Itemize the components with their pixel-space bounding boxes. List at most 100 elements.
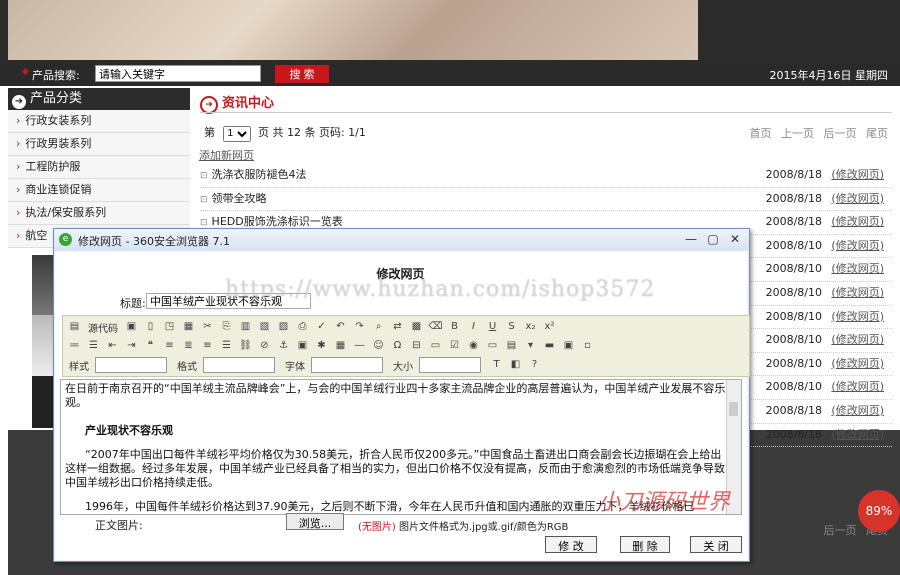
category-item[interactable]: › 商业连锁促销 bbox=[8, 179, 190, 202]
radio-icon[interactable]: ◉ bbox=[466, 339, 481, 353]
edit-link[interactable]: (修改网页) bbox=[831, 329, 884, 351]
indent-icon[interactable]: ⇥ bbox=[124, 339, 139, 353]
align-center-icon[interactable]: ≣ bbox=[181, 339, 196, 353]
edit-link[interactable]: (修改网页) bbox=[831, 188, 884, 210]
edit-link[interactable]: (修改网页) bbox=[831, 211, 884, 233]
cut-icon[interactable]: ✂ bbox=[200, 320, 215, 334]
search-button[interactable]: 搜 索 bbox=[275, 65, 329, 83]
add-page-link[interactable]: 添加新网页 bbox=[199, 147, 254, 163]
edit-link[interactable]: (修改网页) bbox=[831, 282, 884, 304]
edit-link[interactable]: (修改网页) bbox=[831, 424, 884, 446]
textfield-icon[interactable]: ▭ bbox=[485, 339, 500, 353]
list-item: ⊡ 洗涤衣服防褪色4法 2008/8/18 (修改网页) bbox=[200, 164, 892, 188]
item-title[interactable]: HEDD服饰洗涤标识一览表 bbox=[212, 215, 343, 228]
style-label: 样式 bbox=[69, 361, 89, 373]
bullet-list-icon[interactable]: ☰ bbox=[86, 339, 101, 353]
remove-format-icon[interactable]: ⌫ bbox=[428, 320, 443, 334]
underline-icon[interactable]: U bbox=[485, 320, 500, 334]
edit-link[interactable]: (修改网页) bbox=[831, 164, 884, 186]
paste-word-icon[interactable]: ▨ bbox=[276, 320, 291, 334]
redo-icon[interactable]: ↷ bbox=[352, 320, 367, 334]
unlink-icon[interactable]: ⊘ bbox=[257, 339, 272, 353]
special-char-icon[interactable]: Ω bbox=[390, 339, 405, 353]
select-field-icon[interactable]: ▾ bbox=[523, 339, 538, 353]
copy-icon[interactable]: ⎘ bbox=[219, 320, 234, 334]
browse-button[interactable]: 浏览... bbox=[286, 513, 344, 530]
find-icon[interactable]: ⌕ bbox=[371, 320, 386, 334]
source-icon[interactable]: ▤ bbox=[67, 320, 82, 334]
style-select[interactable] bbox=[95, 357, 167, 373]
image-button-icon[interactable]: ▣ bbox=[561, 339, 576, 353]
maximize-icon[interactable]: ▢ bbox=[702, 231, 724, 247]
image-icon[interactable]: ▣ bbox=[295, 339, 310, 353]
edit-link[interactable]: (修改网页) bbox=[831, 400, 884, 422]
save-button[interactable]: 修 改 bbox=[545, 536, 597, 553]
checkbox-icon[interactable]: ☑ bbox=[447, 339, 462, 353]
close-button[interactable]: 关 闭 bbox=[690, 536, 742, 553]
template-icon[interactable]: ▦ bbox=[181, 320, 196, 334]
category-item[interactable]: › 行政男装系列 bbox=[8, 133, 190, 156]
delete-button[interactable]: 删 除 bbox=[620, 536, 670, 553]
select-all-icon[interactable]: ▩ bbox=[409, 320, 424, 334]
progress-badge[interactable]: 89% bbox=[858, 490, 900, 532]
format-label: 格式 bbox=[177, 361, 197, 373]
close-icon[interactable]: ✕ bbox=[724, 231, 746, 247]
preview-icon[interactable]: ◳ bbox=[162, 320, 177, 334]
item-title[interactable]: 洗涤衣服防褪色4法 bbox=[212, 168, 307, 181]
source-label[interactable]: 源代码 bbox=[88, 320, 118, 335]
replace-icon[interactable]: ⇄ bbox=[390, 320, 405, 334]
italic-icon[interactable]: I bbox=[466, 320, 481, 334]
hidden-field-icon[interactable]: ▫ bbox=[580, 339, 595, 353]
table-icon[interactable]: ▦ bbox=[333, 339, 348, 353]
scrollbar-thumb[interactable] bbox=[729, 402, 738, 416]
chevron-right-icon: › bbox=[16, 114, 21, 127]
bg-color-icon[interactable]: ◧ bbox=[508, 358, 523, 372]
align-left-icon[interactable]: ≡ bbox=[162, 339, 177, 353]
link-icon[interactable]: ⛓ bbox=[238, 339, 253, 353]
superscript-icon[interactable]: x² bbox=[542, 320, 557, 334]
edit-link[interactable]: (修改网页) bbox=[831, 235, 884, 257]
format-select[interactable] bbox=[203, 357, 275, 373]
category-item[interactable]: › 工程防护服 bbox=[8, 156, 190, 179]
strike-icon[interactable]: S bbox=[504, 320, 519, 334]
hr-icon[interactable]: ― bbox=[352, 339, 367, 353]
anchor-icon[interactable]: ⚓ bbox=[276, 339, 291, 353]
button-field-icon[interactable]: ▬ bbox=[542, 339, 557, 353]
textarea-icon[interactable]: ▤ bbox=[504, 339, 519, 353]
edit-link[interactable]: (修改网页) bbox=[831, 376, 884, 398]
ordered-list-icon[interactable]: ≔ bbox=[67, 339, 82, 353]
edit-link[interactable]: (修改网页) bbox=[831, 353, 884, 375]
pagebreak-icon[interactable]: ⊟ bbox=[409, 339, 424, 353]
undo-icon[interactable]: ↶ bbox=[333, 320, 348, 334]
size-select[interactable] bbox=[419, 357, 481, 373]
toolbar-row-3: 样式 格式 字体 大小 T ◧ ? bbox=[67, 356, 546, 374]
category-item[interactable]: › 行政女装系列 bbox=[8, 110, 190, 133]
flash-icon[interactable]: ✱ bbox=[314, 339, 329, 353]
item-date: 2008/8/10 bbox=[765, 285, 822, 299]
outdent-icon[interactable]: ⇤ bbox=[105, 339, 120, 353]
subscript-icon[interactable]: x₂ bbox=[523, 320, 538, 334]
search-input[interactable] bbox=[95, 65, 261, 82]
smiley-icon[interactable]: ☺ bbox=[371, 339, 386, 353]
page-select[interactable]: 1 bbox=[222, 125, 251, 142]
category-item[interactable]: › 执法/保安服系列 bbox=[8, 202, 190, 225]
blockquote-icon[interactable]: ❝ bbox=[143, 339, 158, 353]
edit-link[interactable]: (修改网页) bbox=[831, 258, 884, 280]
item-title[interactable]: 领带全攻略 bbox=[212, 192, 267, 205]
help-icon[interactable]: ? bbox=[527, 358, 542, 372]
paste-icon[interactable]: ▥ bbox=[238, 320, 253, 334]
font-select[interactable] bbox=[311, 357, 383, 373]
form-icon[interactable]: ▭ bbox=[428, 339, 443, 353]
text-color-icon[interactable]: T bbox=[489, 358, 504, 372]
print-icon[interactable]: ⎙ bbox=[295, 320, 310, 334]
bold-icon[interactable]: B bbox=[447, 320, 462, 334]
save-icon[interactable]: ▣ bbox=[124, 320, 139, 334]
new-page-icon[interactable]: ▯ bbox=[143, 320, 158, 334]
justify-icon[interactable]: ☰ bbox=[219, 339, 234, 353]
spellcheck-icon[interactable]: ✓ bbox=[314, 320, 329, 334]
pager-nav[interactable]: 首页 上一页 后一页 尾页 bbox=[750, 125, 889, 141]
align-right-icon[interactable]: ≡ bbox=[200, 339, 215, 353]
edit-link[interactable]: (修改网页) bbox=[831, 306, 884, 328]
paste-text-icon[interactable]: ▧ bbox=[257, 320, 272, 334]
minimize-icon[interactable]: — bbox=[680, 231, 702, 247]
